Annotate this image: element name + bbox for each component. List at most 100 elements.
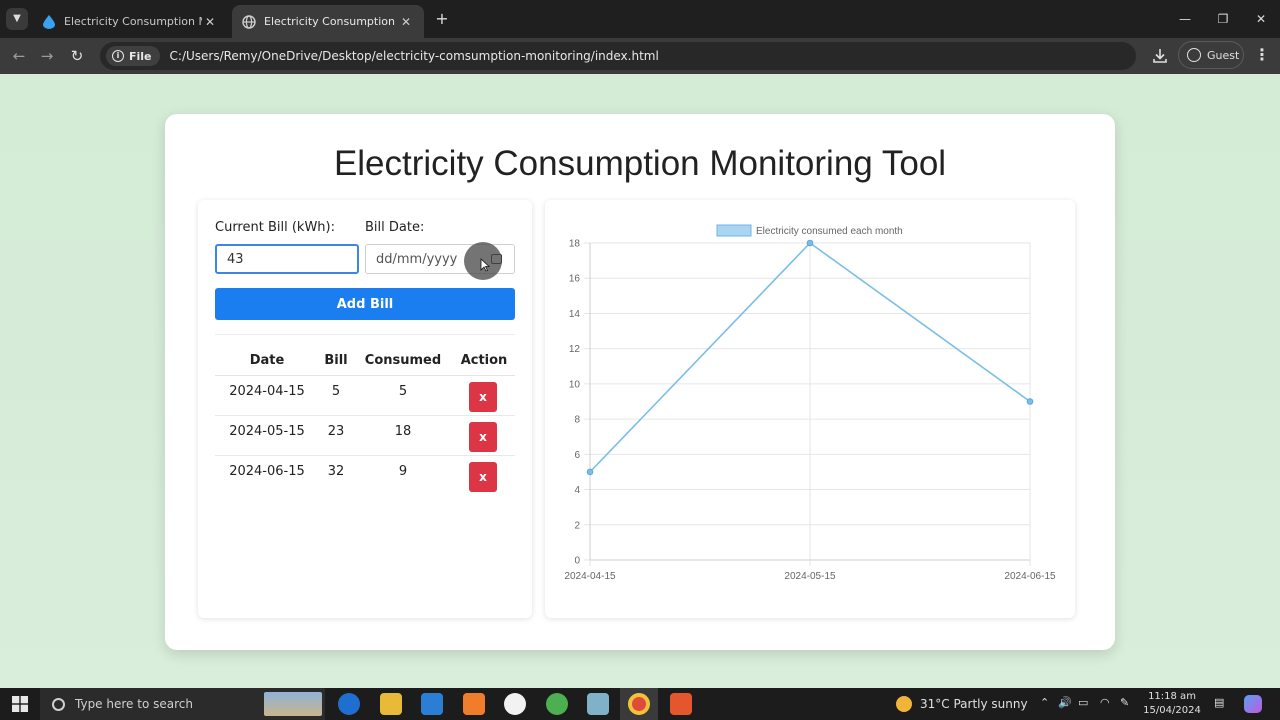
tab-title: Electricity Consumption Monitor	[264, 15, 398, 28]
current-bill-value: 43	[227, 251, 244, 267]
y-tick-label: 18	[569, 239, 581, 250]
windows-taskbar: Type here to search 31°C Partly sunny ⌃ …	[0, 688, 1280, 720]
close-tab-icon[interactable]: ✕	[398, 15, 414, 29]
x-tick-label: 2024-05-15	[784, 571, 836, 582]
cell-consumed: 18	[394, 424, 412, 439]
y-tick-label: 8	[574, 415, 580, 426]
clock-date: 15/04/2024	[1143, 705, 1201, 716]
page-title: Electricity Consumption Monitoring Tool	[333, 144, 947, 183]
data-point	[1026, 398, 1034, 405]
legend-label: Electricity consumed each month	[756, 226, 903, 237]
restore-icon[interactable]: ❐	[1208, 8, 1238, 30]
back-arrow-icon[interactable]: ←	[8, 45, 30, 67]
weather-widget[interactable]: 31°C Partly sunny	[896, 696, 1028, 712]
cell-bill: 23	[327, 424, 345, 439]
page-viewport: Electricity Consumption Monitoring Tool …	[0, 74, 1280, 688]
chrome-canary-icon[interactable]	[546, 693, 568, 715]
cell-bill: 5	[331, 384, 341, 399]
mouse-cursor-icon	[480, 258, 490, 272]
copilot-icon[interactable]	[1244, 695, 1262, 713]
reload-icon[interactable]: ↻	[66, 45, 88, 67]
weather-text: 31°C Partly sunny	[920, 697, 1028, 711]
edge-browser-icon[interactable]	[338, 693, 360, 715]
search-highlight-image[interactable]	[264, 692, 322, 716]
consumption-line-chart: Electricity consumed each month 0 2 4 6 8 10 1…	[564, 224, 1056, 582]
y-tick-label: 14	[569, 309, 581, 320]
globe-icon	[242, 14, 256, 29]
browser-tab-1[interactable]: Electricity Consumption Monitor ✕	[32, 5, 228, 38]
close-tab-icon[interactable]: ✕	[202, 15, 218, 29]
cell-consumed: 9	[398, 464, 408, 479]
app-store-icon[interactable]	[504, 693, 526, 715]
notepad-icon[interactable]	[587, 693, 609, 715]
taskbar-clock[interactable]: 11:18 am 15/04/2024	[1142, 690, 1202, 718]
battery-icon[interactable]: ▭	[1078, 696, 1088, 709]
more-menu-icon[interactable]: ⋮	[1254, 46, 1270, 66]
taskbar-search-placeholder: Type here to search	[75, 697, 193, 711]
file-chip-label: File	[129, 49, 152, 63]
cell-date: 2024-04-15	[229, 384, 305, 399]
profile-icon	[1187, 48, 1201, 62]
y-tick-label: 4	[574, 485, 580, 496]
cell-date: 2024-05-15	[229, 424, 305, 439]
add-bill-button[interactable]: Add Bill	[215, 288, 515, 320]
profile-label: Guest	[1207, 48, 1240, 62]
cell-consumed: 5	[398, 384, 408, 399]
windows-start-icon[interactable]	[12, 696, 28, 712]
table-row: 2024-05-15 23 18 x	[215, 416, 515, 456]
vscode-icon[interactable]	[421, 693, 443, 715]
partly-sunny-icon	[896, 696, 912, 712]
minimize-icon[interactable]: —	[1170, 8, 1200, 30]
profile-button[interactable]: Guest	[1178, 41, 1244, 69]
xampp-icon[interactable]	[463, 693, 485, 715]
drop-icon	[42, 14, 56, 29]
table-row: 2024-04-15 5 5 x	[215, 376, 515, 416]
notification-icon[interactable]: ▤	[1214, 696, 1224, 709]
info-icon: i	[112, 50, 124, 62]
y-tick-label: 2	[574, 520, 580, 531]
data-point	[806, 239, 814, 247]
new-tab-plus-icon[interactable]: +	[432, 8, 452, 30]
volume-icon[interactable]: 🔊	[1058, 696, 1072, 709]
bills-table: Date Bill Consumed Action 2024-04-15 5 5…	[215, 346, 515, 496]
bill-date-placeholder: dd/mm/yyyy	[376, 251, 458, 267]
browser-tab-2[interactable]: Electricity Consumption Monitor ✕	[232, 5, 424, 38]
wifi-icon[interactable]: ◠	[1100, 696, 1110, 709]
cell-date: 2024-06-15	[229, 464, 305, 479]
header-consumed: Consumed	[364, 353, 442, 368]
tab-title: Electricity Consumption Monitor	[64, 15, 202, 28]
app-card: Electricity Consumption Monitoring Tool …	[165, 114, 1115, 650]
delete-row-button[interactable]: x	[469, 382, 497, 412]
tab-search-button[interactable]: ▼	[6, 8, 28, 30]
chrome-icon[interactable]	[628, 693, 650, 715]
forward-arrow-icon[interactable]: →	[36, 45, 58, 67]
bill-form-panel: Current Bill (kWh): Bill Date: 43 dd/mm/…	[198, 200, 532, 618]
header-date: Date	[249, 353, 285, 368]
download-icon[interactable]	[1150, 46, 1170, 66]
y-tick-label: 10	[569, 379, 581, 390]
address-bar[interactable]: i File C:/Users/Remy/OneDrive/Desktop/el…	[100, 42, 1136, 70]
delete-row-button[interactable]: x	[469, 422, 497, 452]
x-tick-label: 2024-04-15	[564, 571, 616, 582]
data-point	[586, 468, 594, 476]
file-explorer-icon[interactable]	[380, 693, 402, 715]
bill-date-label: Bill Date:	[365, 220, 425, 235]
cell-bill: 32	[327, 464, 345, 479]
consumption-chart-panel: Electricity consumed each month 0 2 4 6 8 10 1…	[545, 200, 1075, 618]
y-tick-label: 16	[569, 274, 581, 285]
close-window-icon[interactable]: ✕	[1246, 8, 1276, 30]
y-tick-label: 12	[569, 344, 581, 355]
url-text[interactable]: C:/Users/Remy/OneDrive/Desktop/electrici…	[170, 49, 659, 63]
y-tick-label: 6	[574, 450, 580, 461]
site-info-chip[interactable]: i File	[106, 46, 160, 66]
clock-time: 11:18 am	[1148, 691, 1196, 702]
delete-row-button[interactable]: x	[469, 462, 497, 492]
divider	[215, 334, 515, 335]
tray-chevron-icon[interactable]: ⌃	[1040, 696, 1049, 709]
pen-icon[interactable]: ✎	[1120, 696, 1129, 709]
codeigniter-icon[interactable]	[670, 693, 692, 715]
search-icon	[52, 697, 65, 711]
current-bill-input[interactable]: 43	[215, 244, 359, 274]
y-tick-label: 0	[574, 556, 580, 567]
legend-swatch	[716, 224, 752, 237]
